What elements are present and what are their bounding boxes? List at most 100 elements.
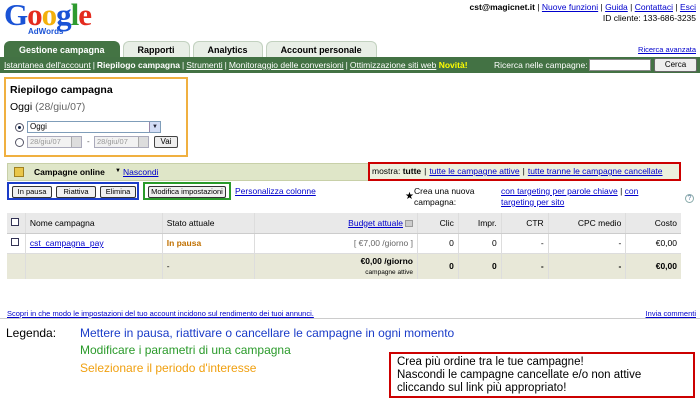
- tab-reports[interactable]: Rapporti: [122, 41, 190, 57]
- campaign-cost: €0,00: [625, 233, 681, 254]
- col-ctr[interactable]: CTR: [501, 213, 549, 234]
- campaign-search-input[interactable]: [589, 59, 651, 71]
- logo-wordmark: Google: [4, 0, 92, 32]
- logout-link[interactable]: Esci: [680, 2, 696, 12]
- status-actions-group: In pausa Riattiva Elimina: [7, 182, 139, 200]
- total-ctr: -: [501, 253, 549, 279]
- campaign-clicks: 0: [417, 233, 459, 254]
- nav-tools[interactable]: Strumenti: [186, 60, 222, 70]
- create-campaign-label: Crea una nuova campagna:: [414, 186, 475, 207]
- total-budget: €0,00 /giorno campagne attive: [254, 253, 419, 279]
- keyword-targeting-link[interactable]: con targeting per parole chiave: [501, 186, 618, 196]
- total-cost: €0,00: [625, 253, 681, 279]
- resume-button[interactable]: Riattiva: [56, 186, 96, 198]
- campaign-budget: [ €7,00 /giorno ]: [254, 233, 419, 254]
- new-badge: Novità!: [438, 60, 468, 70]
- date-range-panel: Riepilogo campagna Oggi (28/giu/07) Oggi…: [4, 77, 188, 157]
- account-email: cst@magicnet.it: [469, 2, 535, 12]
- preset-range-radio[interactable]: [15, 123, 24, 132]
- campaign-search-label: Ricerca nelle campagne:: [494, 60, 588, 70]
- row-checkbox[interactable]: [11, 238, 19, 246]
- legend-item-orange: Selezionare il periodo d'interesse: [80, 361, 257, 375]
- tab-analytics[interactable]: Analytics: [192, 41, 263, 57]
- campaign-impressions: 0: [458, 233, 502, 254]
- show-active-link[interactable]: tutte le campagne attive: [429, 166, 519, 176]
- account-header: cst@magicnet.it | Nuove funzioni | Guida…: [469, 2, 696, 23]
- site-targeting-link-a[interactable]: con: [625, 186, 639, 196]
- caret-down-icon[interactable]: ▼: [115, 168, 121, 174]
- send-feedback-link[interactable]: Invia commenti: [646, 309, 696, 318]
- table-row: cst_campagna_pay In pausa [ €7,00 /giorn…: [7, 233, 681, 254]
- select-all-checkbox[interactable]: [11, 217, 19, 226]
- total-impressions: 0: [458, 253, 502, 279]
- col-budget[interactable]: Budget attuale: [254, 213, 419, 234]
- tab-my-account[interactable]: Account personale: [265, 41, 377, 57]
- date-to-input[interactable]: 28/giu/07: [94, 136, 149, 148]
- hide-campaigns-link[interactable]: Nascondi: [123, 167, 158, 177]
- total-status: -: [162, 253, 255, 279]
- edit-actions-group: Modifica impostazioni: [143, 182, 231, 200]
- campaigns-table: Nome campagna Stato attuale Budget attua…: [7, 213, 681, 279]
- star-icon: ★: [405, 191, 414, 202]
- main-tabs: Gestione campagna Rapporti Analytics Acc…: [4, 41, 377, 57]
- custom-range-radio[interactable]: [15, 138, 24, 147]
- table-total-row: - €0,00 /giorno campagne attive 0 0 - - €…: [7, 253, 681, 279]
- show-filter-box: mostra: tutte | tutte le campagne attive | t…: [368, 162, 681, 181]
- current-date: Oggi (28/giu/07): [10, 101, 86, 113]
- help-link[interactable]: Guida: [605, 2, 628, 12]
- logo-subtitle: AdWords: [28, 27, 64, 36]
- go-button[interactable]: Vai: [154, 136, 178, 148]
- nav-conversion-tracking[interactable]: Monitoraggio delle conversioni: [229, 60, 344, 70]
- nav-website-optimizer[interactable]: Ottimizzazione siti web: [350, 60, 436, 70]
- delete-button[interactable]: Elimina: [100, 186, 136, 198]
- nav-campaign-summary[interactable]: Riepilogo campagna: [97, 60, 180, 70]
- client-id: ID cliente: 133-686-3235: [602, 13, 696, 23]
- chevron-down-icon: ▼: [149, 122, 160, 132]
- date-from-input[interactable]: 28/giu/07: [27, 136, 82, 148]
- campaign-cpc: -: [548, 233, 627, 254]
- col-status[interactable]: Stato attuale: [162, 213, 255, 234]
- campaign-status: In pausa: [162, 233, 255, 254]
- total-cpc: -: [548, 253, 627, 279]
- col-avg-cpc[interactable]: CPC medio: [548, 213, 627, 234]
- callout-note: Crea più ordine tra le tue campagne! Nas…: [389, 352, 695, 398]
- col-impressions[interactable]: Impr.: [458, 213, 502, 234]
- customize-columns-link[interactable]: Personalizza colonne: [235, 186, 316, 196]
- col-cost[interactable]: Costo: [625, 213, 681, 234]
- sub-navigation-bar: Istantanea dell'account | Riepilogo campag…: [0, 57, 700, 73]
- new-features-link[interactable]: Nuove funzioni: [542, 2, 598, 12]
- show-all-current: tutte: [402, 166, 422, 176]
- help-icon[interactable]: ?: [685, 194, 694, 203]
- total-clicks: 0: [417, 253, 459, 279]
- tab-campaign-management[interactable]: Gestione campagna: [4, 41, 120, 57]
- calendar-icon[interactable]: [138, 137, 148, 147]
- campaign-folder-icon: [14, 167, 24, 177]
- settings-impact-link[interactable]: Scopri in che modo le impostazioni del t…: [7, 309, 314, 318]
- calendar-icon[interactable]: [71, 137, 81, 147]
- legend-item-blue: Mettere in pausa, riattivare o cancellar…: [80, 326, 455, 340]
- legend-title: Legenda:: [6, 326, 57, 340]
- legend-item-green: Modificare i parametri di una campagna: [80, 343, 291, 357]
- date-preset-select[interactable]: Oggi ▼: [27, 121, 161, 133]
- summary-title: Riepilogo campagna: [10, 84, 113, 96]
- nav-account-snapshot[interactable]: Istantanea dell'account: [4, 60, 91, 70]
- note-line: cliccando sul link più appropriato!: [397, 382, 567, 394]
- divider: [0, 318, 700, 319]
- sort-icon: [405, 220, 413, 227]
- show-label: mostra:: [372, 166, 401, 176]
- campaign-name-link[interactable]: cst_campagna_pay: [30, 238, 104, 248]
- campaigns-title: Campagne online: [34, 167, 105, 177]
- show-not-deleted-link[interactable]: tutte tranne le campagne cancellate: [528, 166, 663, 176]
- col-clicks[interactable]: Clic: [417, 213, 459, 234]
- table-header-row: Nome campagna Stato attuale Budget attua…: [7, 213, 681, 234]
- google-adwords-logo[interactable]: Google AdWords: [4, 0, 99, 40]
- edit-settings-button[interactable]: Modifica impostazioni: [148, 186, 226, 198]
- campaign-search-button[interactable]: Cerca: [654, 58, 697, 72]
- contact-link[interactable]: Contattaci: [635, 2, 673, 12]
- advanced-search-link[interactable]: Ricerca avanzata: [638, 45, 696, 54]
- note-line: Crea più ordine tra le tue campagne!: [397, 356, 584, 368]
- note-line: Nascondi le campagne cancellate e/o non …: [397, 369, 642, 381]
- pause-button[interactable]: In pausa: [12, 186, 52, 198]
- site-targeting-link-b[interactable]: targeting per sito: [501, 197, 564, 207]
- col-campaign-name[interactable]: Nome campagna: [25, 213, 163, 234]
